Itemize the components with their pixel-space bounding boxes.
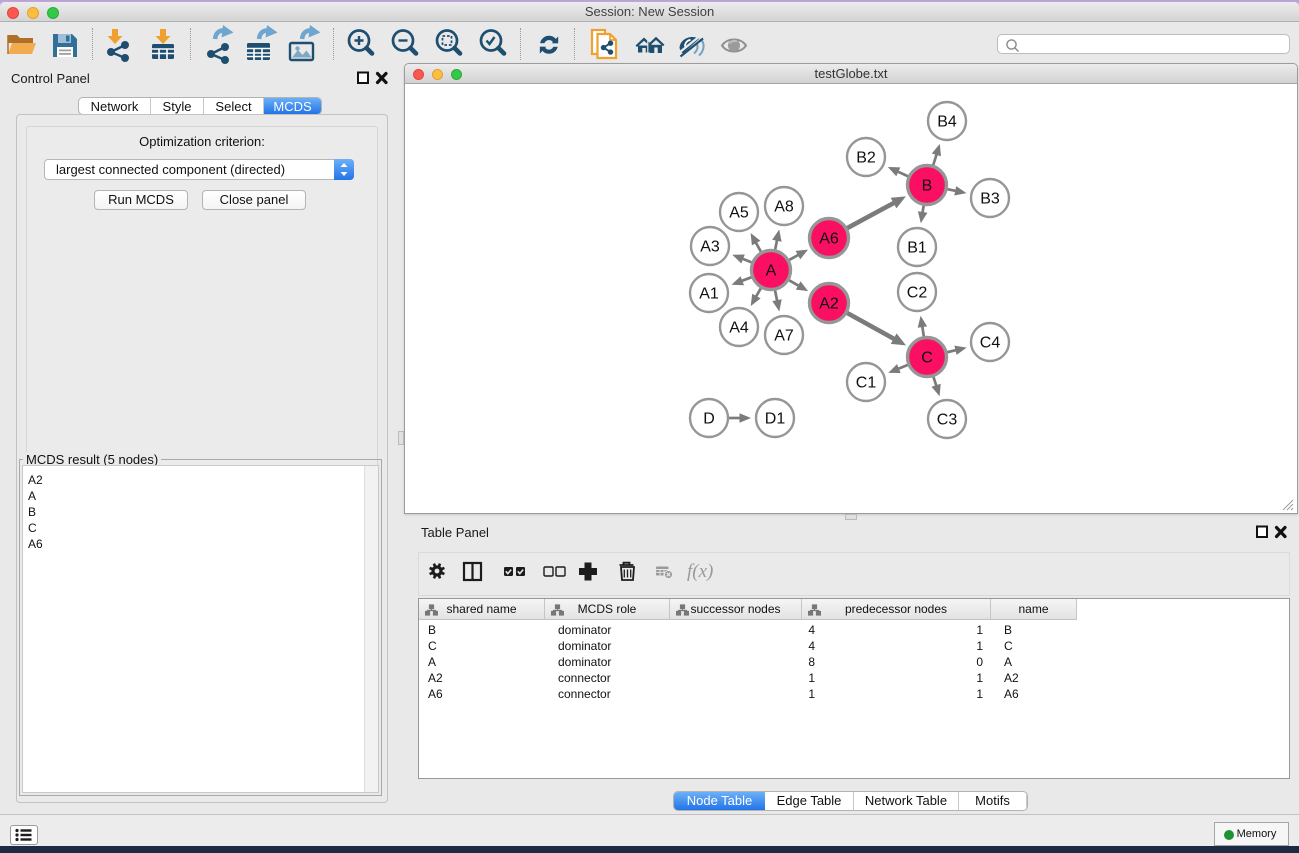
svg-text:B2: B2 bbox=[856, 150, 876, 167]
svg-text:D: D bbox=[703, 411, 715, 428]
svg-text:D1: D1 bbox=[765, 411, 786, 428]
svg-text:A2: A2 bbox=[819, 296, 839, 313]
svg-text:A4: A4 bbox=[729, 320, 749, 337]
svg-text:C2: C2 bbox=[907, 285, 928, 302]
svg-text:C1: C1 bbox=[856, 375, 877, 392]
svg-text:A6: A6 bbox=[819, 231, 839, 248]
svg-text:B1: B1 bbox=[907, 240, 927, 257]
svg-text:C4: C4 bbox=[980, 335, 1001, 352]
svg-text:B3: B3 bbox=[980, 191, 1000, 208]
svg-text:A5: A5 bbox=[729, 205, 749, 222]
svg-text:B4: B4 bbox=[937, 114, 957, 131]
svg-text:A1: A1 bbox=[699, 286, 719, 303]
svg-text:f(x): f(x) bbox=[687, 561, 713, 582]
svg-text:C3: C3 bbox=[937, 412, 958, 429]
svg-text:C: C bbox=[921, 350, 933, 367]
svg-text:A: A bbox=[766, 263, 777, 280]
svg-text:B: B bbox=[922, 178, 933, 195]
svg-text:A8: A8 bbox=[774, 199, 794, 216]
svg-text:A7: A7 bbox=[774, 328, 794, 345]
svg-text:A3: A3 bbox=[700, 239, 720, 256]
